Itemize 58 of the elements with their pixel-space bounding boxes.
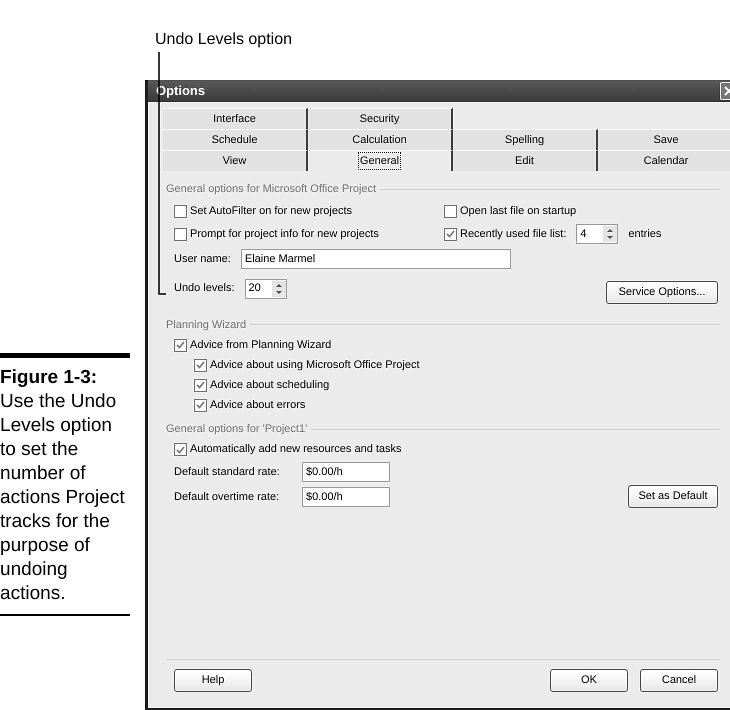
figure-caption: Use the Undo Levels option to set the number of actions Project tracks for the purpose of undoing actions. xyxy=(0,390,126,606)
spin-arrows-icon xyxy=(272,280,286,296)
checkbox-label: Advice about scheduling xyxy=(210,378,330,393)
suffix-label: entries xyxy=(628,226,662,242)
tab[interactable]: General xyxy=(308,150,453,171)
tab[interactable]: Schedule xyxy=(163,129,308,150)
window-title: Options xyxy=(156,82,206,100)
checkbox-label: Advice about using Microsoft Office Project xyxy=(210,358,420,373)
spin-arrows-icon xyxy=(603,226,618,242)
tab[interactable]: View xyxy=(163,150,308,171)
tab[interactable]: Edit xyxy=(453,150,598,171)
checkmark-icon xyxy=(196,361,205,369)
spin-field[interactable]: 20 xyxy=(244,278,287,298)
figure-caption-title: Figure 1-3: xyxy=(0,366,98,390)
checkbox-label: Open last file on startup xyxy=(460,204,576,219)
spin-field[interactable]: 4 xyxy=(576,224,618,244)
dialog-button[interactable]: Help xyxy=(174,668,252,692)
section-title: General options for Microsoft Office Project xyxy=(166,182,376,197)
checkmark-icon xyxy=(196,381,205,389)
field-label: Undo levels: xyxy=(174,281,235,296)
dialog-button[interactable]: OK xyxy=(550,668,628,692)
field-label: Default standard rate: xyxy=(174,464,281,480)
checkbox[interactable] xyxy=(444,204,457,218)
tab[interactable]: Calculation xyxy=(308,129,453,150)
tab[interactable]: Security xyxy=(308,108,453,129)
checkbox-label: Advice from Planning Wizard xyxy=(190,338,332,353)
tab[interactable]: Interface xyxy=(163,108,308,129)
checkmark-icon xyxy=(176,341,185,349)
rate-field[interactable]: $0.00/h xyxy=(302,462,390,482)
rate-field[interactable]: $0.00/h xyxy=(302,487,390,507)
checkbox[interactable] xyxy=(174,204,187,218)
user-name-field[interactable]: Elaine Marmel xyxy=(240,249,511,269)
callout-label: Undo Levels option xyxy=(155,30,293,50)
checkbox[interactable] xyxy=(194,378,207,392)
tab[interactable]: Spelling xyxy=(453,129,598,150)
checkbox[interactable] xyxy=(174,443,187,456)
field-label: User name: xyxy=(174,252,231,267)
tab[interactable]: Calendar xyxy=(598,150,730,171)
dialog-button[interactable]: Cancel xyxy=(640,668,718,692)
checkbox[interactable] xyxy=(174,338,187,352)
checkbox[interactable] xyxy=(194,358,207,372)
checkmark-icon xyxy=(446,230,455,238)
checkbox[interactable] xyxy=(444,228,457,240)
checkbox-label: Advice about errors xyxy=(210,398,306,413)
section-title: General options for 'Project1' xyxy=(166,422,308,437)
checkbox[interactable] xyxy=(174,228,187,240)
section-title: Planning Wizard xyxy=(166,318,246,332)
checkbox-label: Automatically add new resources and tasks xyxy=(190,442,402,458)
checkbox[interactable] xyxy=(194,398,207,412)
dialog-button[interactable]: Service Options... xyxy=(606,281,718,304)
checkmark-icon xyxy=(196,401,205,409)
checkmark-icon xyxy=(176,446,185,454)
checkbox-label: Set AutoFilter on for new projects xyxy=(190,204,352,219)
field-label: Default overtime rate: xyxy=(174,490,280,505)
checkbox-label: Recently used file list: xyxy=(460,226,566,242)
checkbox-label: Prompt for project info for new projects xyxy=(190,226,379,242)
dialog-button[interactable]: Set as Default xyxy=(628,484,718,508)
tab[interactable]: Save xyxy=(598,129,730,150)
